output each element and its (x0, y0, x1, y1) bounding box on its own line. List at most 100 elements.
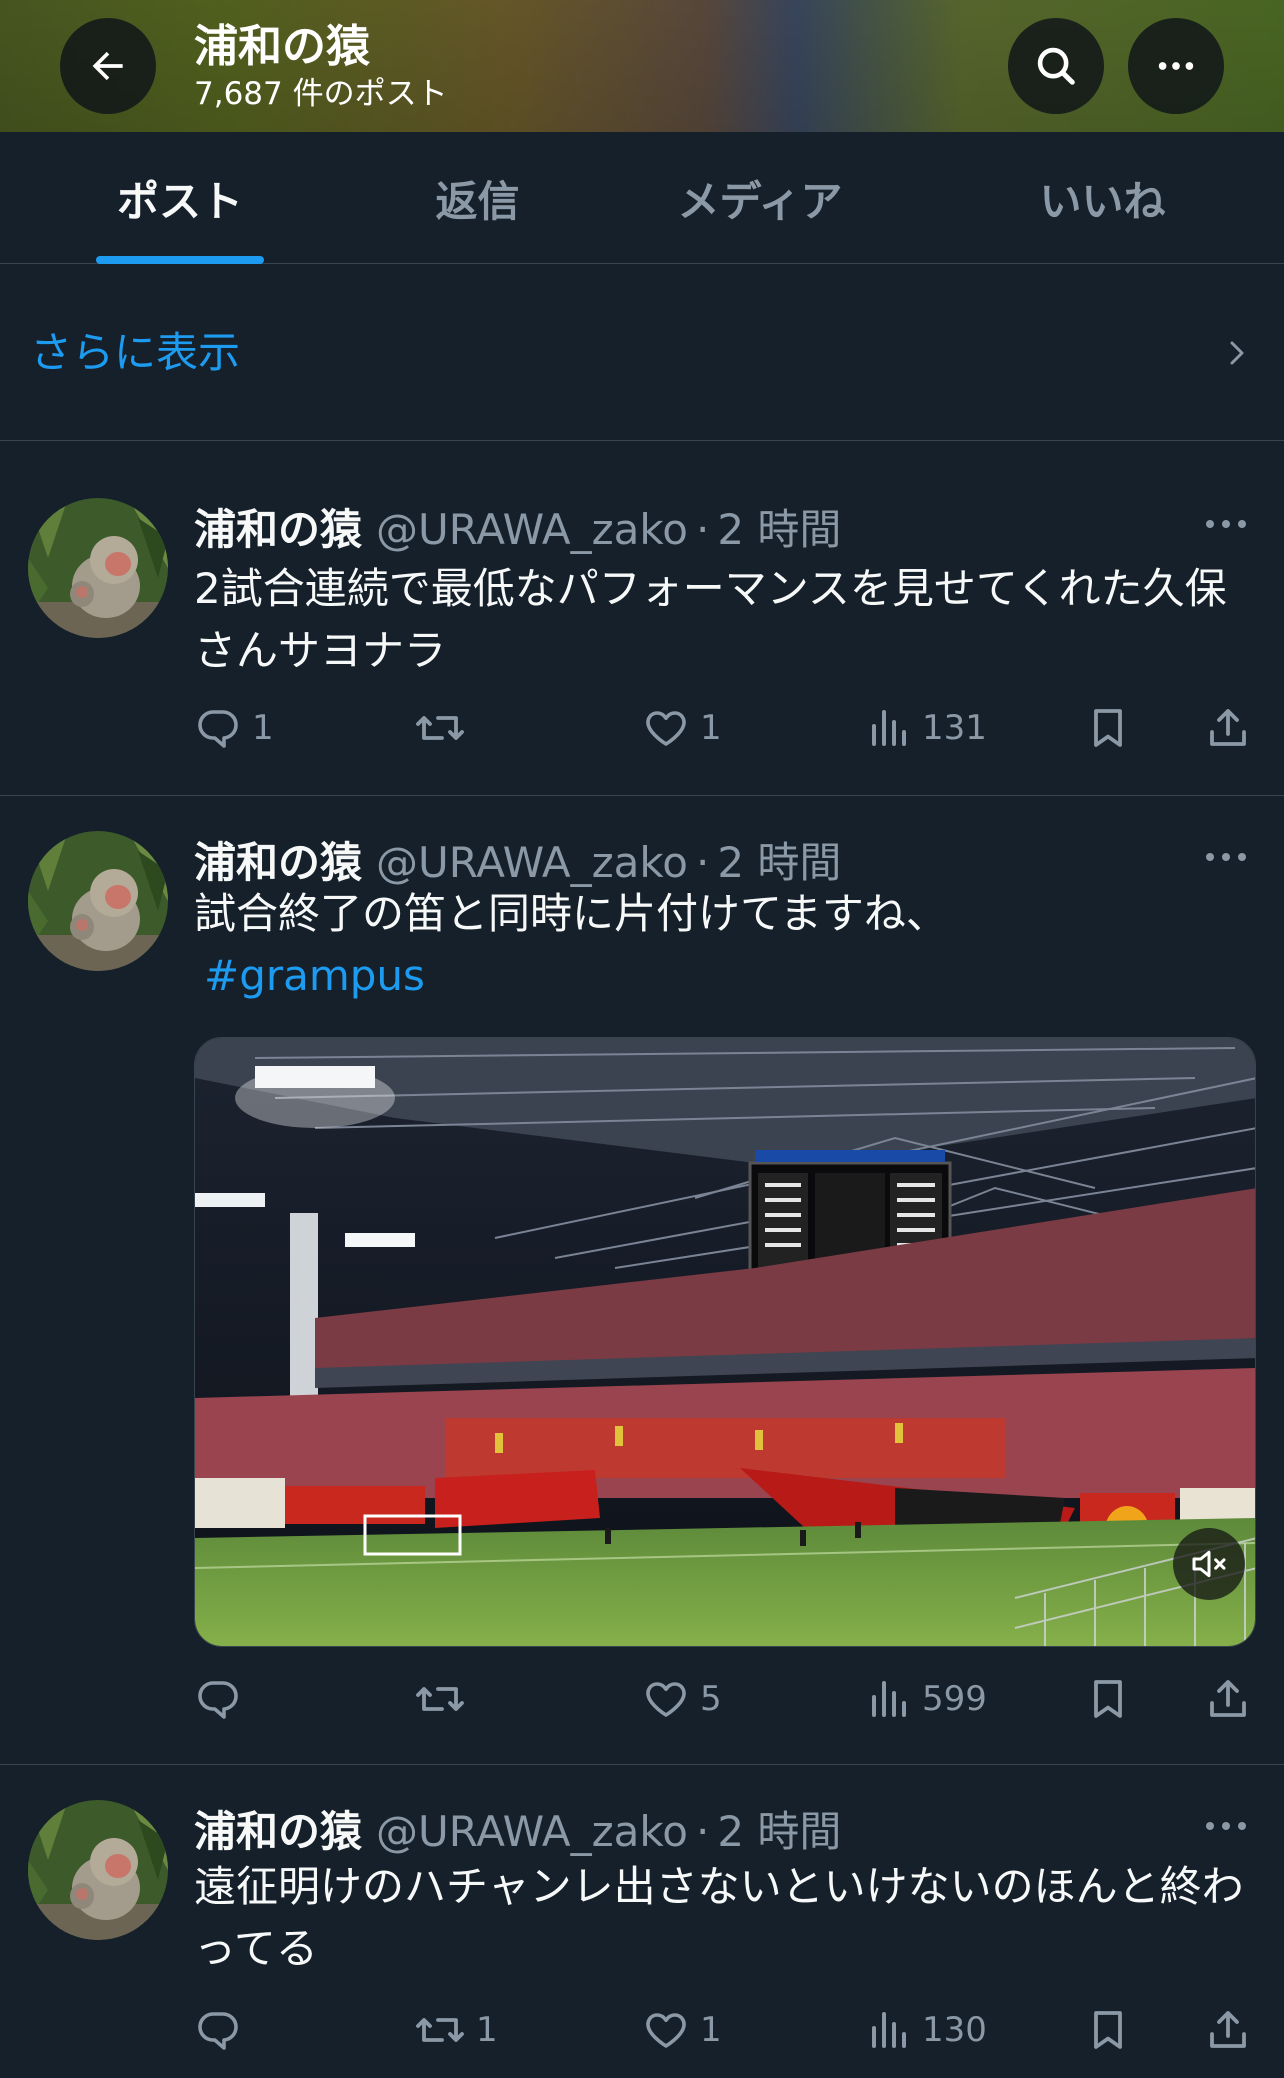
author-name[interactable]: 浦和の猿 (194, 1798, 362, 1859)
like-icon (646, 711, 686, 746)
tab-media[interactable]: メディア (620, 132, 900, 264)
mute-icon (1192, 1550, 1226, 1578)
post-header: 浦和の猿 @URAWA_zako · 2 時間 (194, 1798, 841, 1856)
search-button[interactable] (1008, 18, 1104, 114)
view-count: 130 (922, 2010, 987, 2050)
repost-icon (416, 716, 464, 740)
like-button[interactable]: 1 (642, 2002, 722, 2058)
repost-button[interactable] (414, 700, 476, 756)
repost-count: 1 (476, 2010, 498, 2050)
avatar[interactable] (28, 1800, 168, 1940)
author-name[interactable]: 浦和の猿 (194, 829, 362, 890)
separator-dot: · (695, 838, 710, 887)
post-header: 浦和の猿 @URAWA_zako · 2 時間 (194, 829, 841, 887)
back-arrow-icon (92, 51, 123, 81)
share-icon (1210, 709, 1246, 746)
share-icon (1210, 2011, 1246, 2048)
author-handle[interactable]: @URAWA_zako (376, 505, 688, 554)
active-tab-indicator (96, 256, 264, 264)
monkey-avatar-icon (28, 1800, 168, 1940)
post-time[interactable]: 2 時間 (717, 1798, 841, 1859)
reply-icon (198, 1681, 238, 1719)
reply-icon (198, 710, 238, 748)
bookmark-button[interactable] (1084, 2002, 1132, 2058)
reply-button[interactable]: 1 (194, 700, 274, 756)
post-text-container: 試合終了の笛と同時に片付けてますね、 #grampus (194, 883, 1264, 1007)
post-more-icon[interactable] (1204, 512, 1248, 536)
view-count: 599 (922, 1679, 987, 1719)
post-actions: 1 1 130 (194, 2002, 1264, 2058)
tab-likes[interactable]: いいね (960, 132, 1245, 264)
share-button[interactable] (1204, 700, 1252, 756)
post-time[interactable]: 2 時間 (717, 829, 841, 890)
author-handle[interactable]: @URAWA_zako (376, 1807, 688, 1856)
show-more-label: さらに表示 (30, 328, 241, 377)
post-text: 2試合連続で最低なパフォーマンスを見せてくれた久保さんサヨナラ (194, 564, 1227, 675)
reply-icon (198, 2012, 238, 2050)
bookmark-button[interactable] (1084, 700, 1132, 756)
avatar[interactable] (28, 831, 168, 971)
bookmark-button[interactable] (1084, 1671, 1132, 1727)
post-text: 試合終了の笛と同時に片付けてますね、 (194, 889, 948, 938)
bookmark-icon (1094, 2011, 1122, 2049)
share-button[interactable] (1204, 2002, 1252, 2058)
like-count: 5 (700, 1679, 722, 1719)
post-time[interactable]: 2 時間 (717, 496, 841, 557)
post[interactable]: 浦和の猿 @URAWA_zako · 2 時間 遠征明けのハチャンレ出さないとい… (0, 1766, 1284, 2078)
profile-header: 浦和の猿 7,687 件のポスト (0, 0, 1284, 132)
reply-button[interactable] (194, 2002, 252, 2058)
bookmark-icon (1094, 1680, 1122, 1718)
like-icon (646, 2013, 686, 2048)
views-button[interactable]: 599 (864, 1671, 987, 1727)
profile-title: 浦和の猿 (194, 21, 370, 72)
separator-dot: · (695, 505, 710, 554)
like-count: 1 (700, 2010, 722, 2050)
stadium-video-frame (195, 1038, 1255, 1646)
post-more-icon[interactable] (1204, 845, 1248, 869)
share-icon (1210, 1680, 1246, 1717)
repost-button[interactable]: 1 (414, 2002, 498, 2058)
post[interactable]: 浦和の猿 @URAWA_zako · 2 時間 2試合連続で最低なパフォーマンス… (0, 442, 1284, 796)
mute-toggle-button[interactable] (1173, 1528, 1245, 1600)
hashtag-link[interactable]: #grampus (194, 945, 1264, 1007)
avatar[interactable] (28, 498, 168, 638)
repost-icon (416, 1687, 464, 1711)
monkey-avatar-icon (28, 498, 168, 638)
like-icon (646, 1682, 686, 1717)
repost-button[interactable] (414, 1671, 476, 1727)
author-name[interactable]: 浦和の猿 (194, 496, 362, 557)
bookmark-icon (1094, 709, 1122, 747)
repost-icon (416, 2018, 464, 2042)
show-more-row[interactable]: さらに表示 (0, 265, 1284, 441)
more-options-button[interactable] (1128, 18, 1224, 114)
author-handle[interactable]: @URAWA_zako (376, 838, 688, 887)
view-count: 131 (922, 708, 987, 748)
reply-button[interactable] (194, 1671, 252, 1727)
reply-count: 1 (252, 708, 274, 748)
video-player[interactable] (194, 1037, 1256, 1647)
views-button[interactable]: 130 (864, 2002, 987, 2058)
back-button[interactable] (60, 18, 156, 114)
post[interactable]: 浦和の猿 @URAWA_zako · 2 時間 試合終了の笛と同時に片付けてます… (0, 797, 1284, 1765)
tab-replies[interactable]: 返信 (340, 132, 615, 264)
post-actions: 5 599 (194, 1671, 1264, 1727)
monkey-avatar-icon (28, 831, 168, 971)
like-button[interactable]: 1 (642, 700, 722, 756)
like-count: 1 (700, 708, 722, 748)
tab-posts[interactable]: ポスト (40, 132, 320, 264)
chevron-right-icon (1230, 341, 1244, 365)
views-icon (872, 1681, 906, 1717)
post-more-icon[interactable] (1204, 1814, 1248, 1838)
profile-tabs: ポスト 返信 メディア いいね (0, 132, 1284, 264)
post-actions: 1 1 131 (194, 700, 1264, 756)
views-button[interactable]: 131 (864, 700, 987, 756)
like-button[interactable]: 5 (642, 1671, 722, 1727)
post-count: 7,687 件のポスト (194, 76, 448, 112)
search-icon (1037, 47, 1075, 85)
post-text: 遠征明けのハチャンレ出さないといけないのほんと終わってる (194, 1862, 1244, 1973)
separator-dot: · (695, 1807, 710, 1856)
more-icon (1158, 62, 1194, 70)
share-button[interactable] (1204, 1671, 1252, 1727)
views-icon (872, 710, 906, 746)
post-header: 浦和の猿 @URAWA_zako · 2 時間 (194, 496, 841, 554)
